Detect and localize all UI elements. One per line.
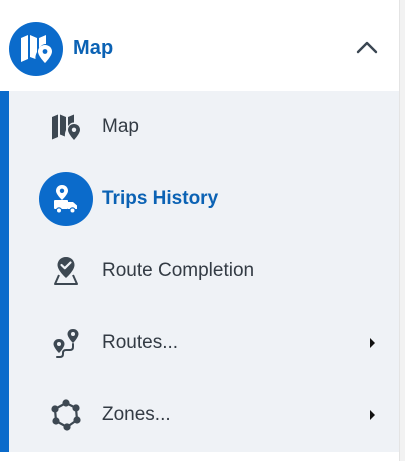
menu-item-zones[interactable]: Zones...	[9, 379, 399, 451]
map-pin-icon	[9, 22, 63, 76]
route-completion-icon	[39, 244, 93, 298]
routes-icon	[39, 316, 93, 370]
map-section-header[interactable]: Map	[0, 0, 399, 91]
menu-item-routes[interactable]: Routes...	[9, 307, 399, 379]
chevron-up-icon[interactable]	[353, 36, 381, 58]
menu-item-label: Route Completion	[102, 260, 255, 281]
menu-item-map[interactable]: Map	[9, 91, 399, 163]
menu-item-trips-history[interactable]: Trips History	[9, 163, 399, 235]
map-submenu: Map Trips History Route Completion Route…	[0, 91, 399, 452]
active-section-indicator	[0, 91, 9, 452]
caret-right-icon	[367, 409, 377, 421]
menu-item-route-completion[interactable]: Route Completion	[9, 235, 399, 307]
trips-history-icon	[39, 172, 93, 226]
menu-item-label: Routes...	[102, 332, 179, 353]
sidebar-bottom	[0, 452, 399, 461]
sidebar-edge	[399, 0, 405, 461]
menu-item-label: Zones...	[102, 404, 171, 425]
menu-item-label: Map	[102, 116, 139, 137]
zones-icon	[39, 388, 93, 442]
menu-item-label: Trips History	[102, 188, 219, 209]
map-icon	[39, 100, 93, 154]
caret-right-icon	[367, 337, 377, 349]
section-title: Map	[73, 37, 114, 59]
